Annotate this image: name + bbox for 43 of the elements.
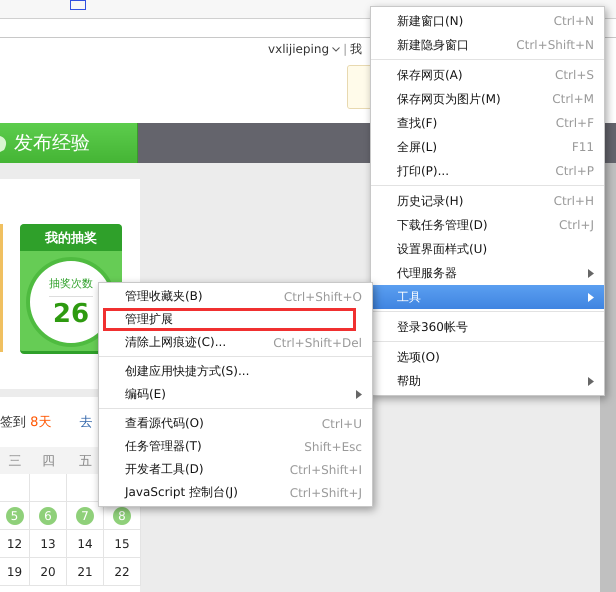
submenu-item[interactable]: 查看源代码(O) Ctrl+U: [99, 412, 372, 435]
menu-item[interactable]: 保存网页(A) Ctrl+S: [371, 63, 604, 87]
menu-item[interactable]: 保存网页为图片(M) Ctrl+M: [371, 87, 604, 111]
divider-text: |: [343, 42, 348, 56]
submenu-arrow-icon: [356, 390, 362, 399]
calendar-day[interactable]: 15: [114, 536, 130, 550]
menu-item[interactable]: 新建窗口(N) Ctrl+N: [371, 9, 604, 33]
menu-item[interactable]: 打印(P)... Ctrl+P: [371, 159, 604, 183]
count-value: 26: [52, 298, 90, 328]
submenu-item[interactable]: 编码(E): [99, 383, 372, 406]
checkin-link[interactable]: 去: [79, 413, 92, 431]
submenu-arrow-icon: [588, 292, 594, 302]
menu-item[interactable]: 帮助: [371, 369, 604, 393]
submenu-item[interactable]: 创建应用快捷方式(S)...: [99, 360, 372, 383]
submenu-arrow-icon: [588, 268, 594, 278]
menu-item[interactable]: 全屏(L) F11: [371, 135, 604, 159]
menu-item[interactable]: 新建隐身窗口 Ctrl+Shift+N: [371, 33, 604, 57]
weekday-label: 三: [0, 447, 30, 474]
checkin-text: 签到 8天: [0, 414, 52, 431]
calendar-day[interactable]: 12: [6, 536, 22, 550]
menu-item[interactable]: 历史记录(H) Ctrl+H: [371, 189, 604, 213]
submenu-arrow-icon: [588, 376, 594, 386]
calendar-day[interactable]: 19: [6, 564, 22, 578]
count-caption: 抽奖次数: [49, 276, 93, 296]
card-title: 我的抽奖: [20, 224, 122, 251]
username[interactable]: vxlijieping: [268, 42, 330, 56]
header-link[interactable]: 我: [350, 40, 362, 58]
menu-item[interactable]: 下载任务管理(D) Ctrl+J: [371, 213, 604, 237]
menu-item[interactable]: 设置界面样式(U): [371, 237, 604, 261]
menu-item[interactable]: 查找(F) Ctrl+F: [371, 111, 604, 135]
calendar-day[interactable]: 21: [77, 564, 93, 578]
leaf-icon: [0, 134, 8, 152]
calendar-day[interactable]: 22: [114, 564, 130, 578]
menu-item[interactable]: 选项(O): [371, 345, 604, 369]
chevron-down-icon: [332, 46, 340, 52]
weekday-label: 四: [30, 447, 67, 474]
menu-item[interactable]: 登录360帐号: [371, 315, 604, 339]
submenu-item[interactable]: JavaScript 控制台(J) Ctrl+Shift+J: [99, 481, 372, 504]
calendar-day[interactable]: 13: [40, 536, 56, 550]
calendar-day[interactable]: 14: [77, 536, 93, 550]
menu-item[interactable]: 代理服务器: [371, 261, 604, 285]
calendar-day[interactable]: 20: [40, 564, 56, 578]
tab-icon[interactable]: [70, 0, 86, 10]
